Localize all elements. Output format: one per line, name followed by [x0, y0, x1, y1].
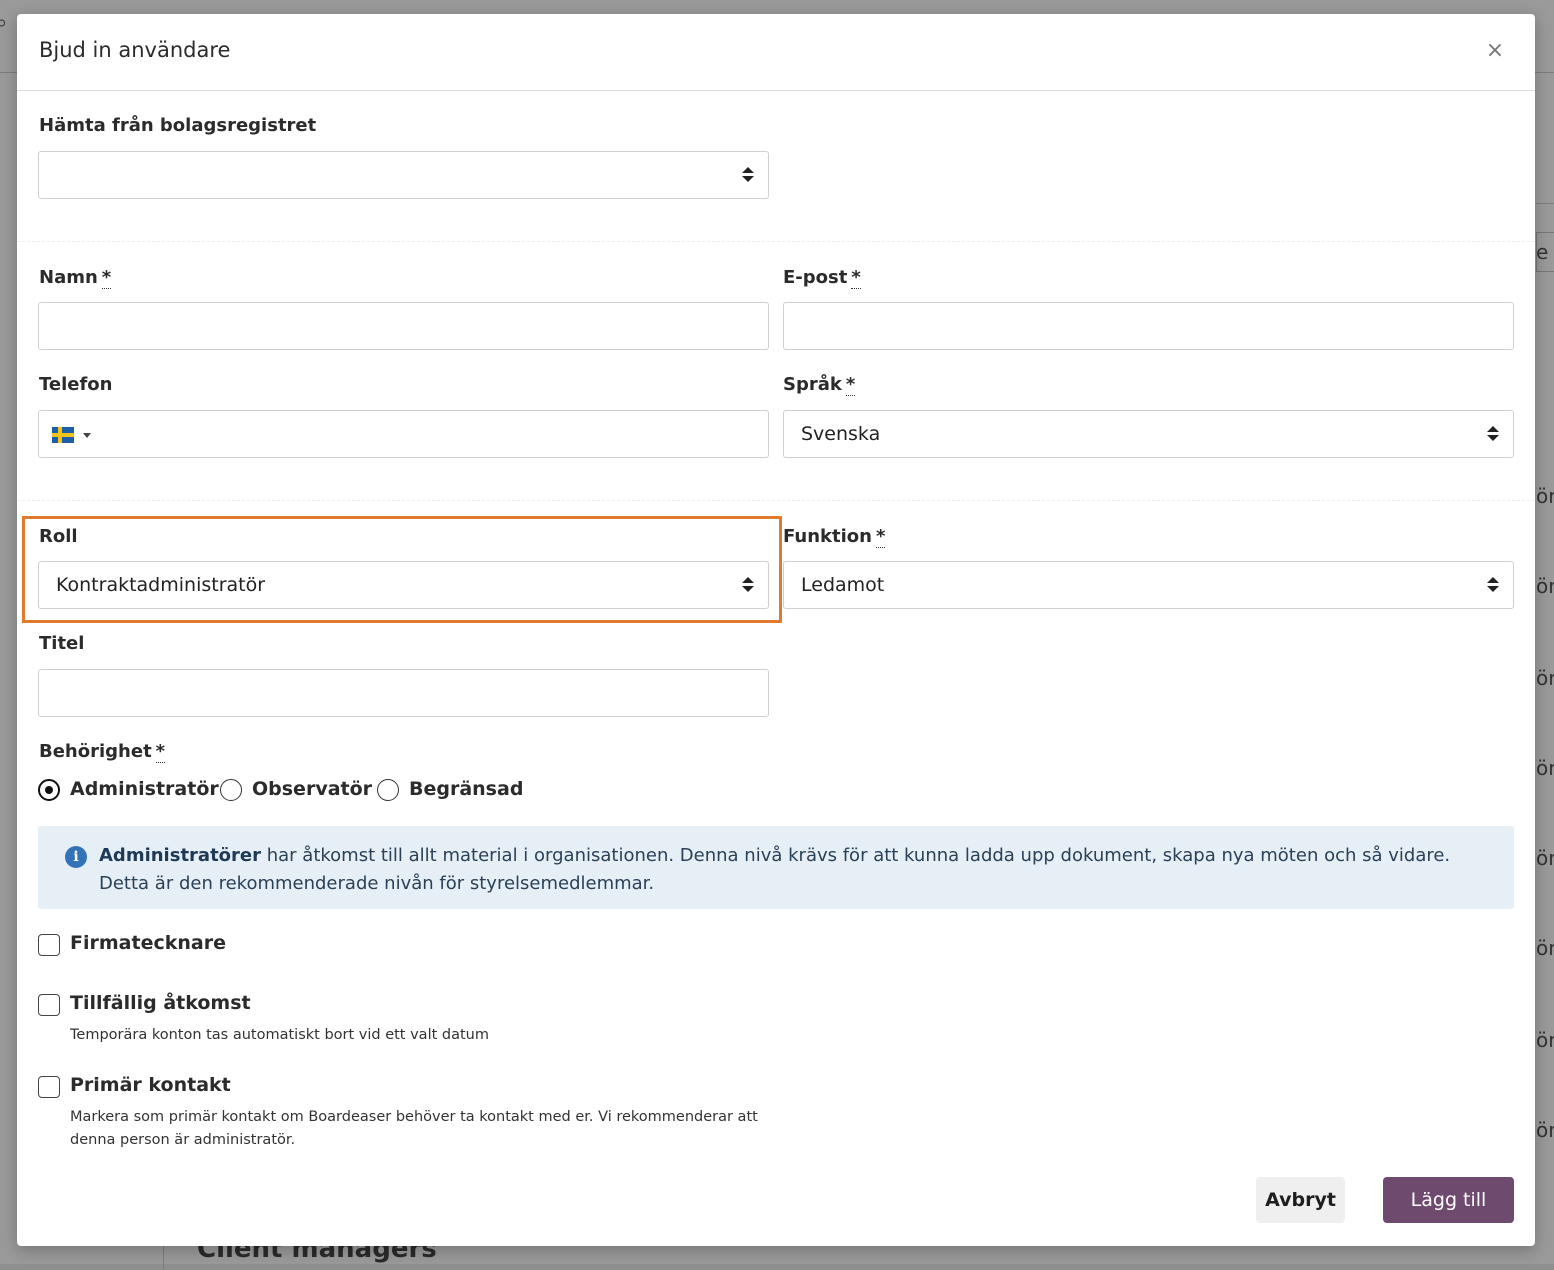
- section-divider: [17, 241, 1535, 242]
- name-input[interactable]: [38, 302, 769, 350]
- temporary-access-help: Temporära konton tas automatiskt bort vi…: [70, 1027, 489, 1043]
- select-arrows-icon: [742, 166, 754, 184]
- function-label: Funktion *: [783, 526, 886, 548]
- search-icon: ⌕: [0, 10, 8, 34]
- background-text-fragment: ör: [1536, 846, 1554, 870]
- title-label: Titel: [39, 633, 85, 654]
- temporary-access-checkbox[interactable]: [38, 994, 60, 1016]
- name-label-text: Namn: [39, 267, 98, 288]
- radio-unchecked-icon[interactable]: [377, 779, 399, 801]
- function-select[interactable]: Ledamot: [783, 561, 1514, 609]
- email-label: E-post *: [783, 267, 861, 289]
- background-text-fragment: ör: [1536, 666, 1554, 690]
- permission-label: Behörighet *: [39, 741, 166, 763]
- email-input[interactable]: [783, 302, 1514, 350]
- info-text-body: har åtkomst till allt material i organis…: [99, 845, 1451, 894]
- language-select-value: Svenska: [801, 423, 881, 445]
- radio-unchecked-icon[interactable]: [220, 779, 242, 801]
- info-text-bold: Administratörer: [99, 845, 261, 866]
- permission-label-text: Behörighet: [39, 741, 152, 762]
- primary-contact-checkbox[interactable]: [38, 1076, 60, 1098]
- radio-label: Observatör: [252, 778, 373, 800]
- country-code-dropdown[interactable]: [52, 425, 96, 445]
- phone-label: Telefon: [39, 374, 113, 395]
- sweden-flag-icon: [52, 427, 74, 443]
- background-text-fragment: ör: [1536, 574, 1554, 598]
- required-marker: *: [851, 267, 861, 289]
- phone-input[interactable]: [38, 410, 769, 458]
- required-marker: *: [101, 267, 112, 289]
- registry-select[interactable]: [38, 151, 769, 199]
- role-select-value: Kontraktadministratör: [56, 574, 266, 596]
- radio-label: Begränsad: [409, 778, 524, 800]
- background-text-fragment: ör: [1536, 484, 1554, 508]
- select-arrows-icon: [1487, 425, 1499, 443]
- required-marker: *: [875, 526, 886, 548]
- background-text-fragment: e: [1536, 240, 1549, 264]
- info-icon: i: [65, 846, 87, 868]
- language-label: Språk *: [783, 374, 856, 396]
- language-label-text: Språk: [783, 374, 842, 395]
- signatory-label: Firmatecknare: [70, 932, 226, 954]
- background-divider: [1536, 203, 1554, 204]
- function-select-value: Ledamot: [801, 574, 885, 596]
- add-button[interactable]: Lägg till: [1383, 1177, 1514, 1223]
- required-marker: *: [155, 741, 166, 763]
- primary-contact-label: Primär kontakt: [70, 1074, 231, 1096]
- registry-label: Hämta från bolagsregistret: [39, 115, 317, 136]
- required-marker: *: [845, 374, 856, 396]
- cancel-button[interactable]: Avbryt: [1256, 1177, 1345, 1223]
- background-text-fragment: ör: [1536, 1118, 1554, 1142]
- background-text-fragment: ör: [1536, 756, 1554, 780]
- name-label: Namn *: [39, 267, 112, 289]
- radio-checked-icon[interactable]: [38, 779, 60, 801]
- caret-down-icon: [83, 433, 91, 438]
- language-select[interactable]: Svenska: [783, 410, 1514, 458]
- select-arrows-icon: [742, 576, 754, 594]
- select-arrows-icon: [1487, 576, 1499, 594]
- role-select[interactable]: Kontraktadministratör: [38, 561, 769, 609]
- background-text-fragment: ör: [1536, 1028, 1554, 1052]
- role-label: Roll: [39, 526, 78, 547]
- section-divider: [17, 500, 1535, 501]
- title-input[interactable]: [38, 669, 769, 717]
- signatory-checkbox[interactable]: [38, 934, 60, 956]
- function-label-text: Funktion: [783, 526, 872, 547]
- modal-header: Bjud in användare ×: [17, 14, 1535, 91]
- background-text-fragment: ör: [1536, 936, 1554, 960]
- email-label-text: E-post: [783, 267, 848, 288]
- primary-contact-help: Markera som primär kontakt om Boardeaser…: [70, 1109, 758, 1148]
- modal-title: Bjud in användare: [39, 38, 231, 62]
- info-text: Administratörer har åtkomst till allt ma…: [99, 842, 1489, 898]
- permission-info-box: i Administratörer har åtkomst till allt …: [38, 826, 1514, 909]
- close-icon[interactable]: ×: [1483, 38, 1507, 64]
- invite-user-modal: Bjud in användare × Hämta från bolagsreg…: [17, 14, 1535, 1246]
- radio-label: Administratör: [70, 778, 219, 800]
- temporary-access-label: Tillfällig åtkomst: [70, 992, 251, 1014]
